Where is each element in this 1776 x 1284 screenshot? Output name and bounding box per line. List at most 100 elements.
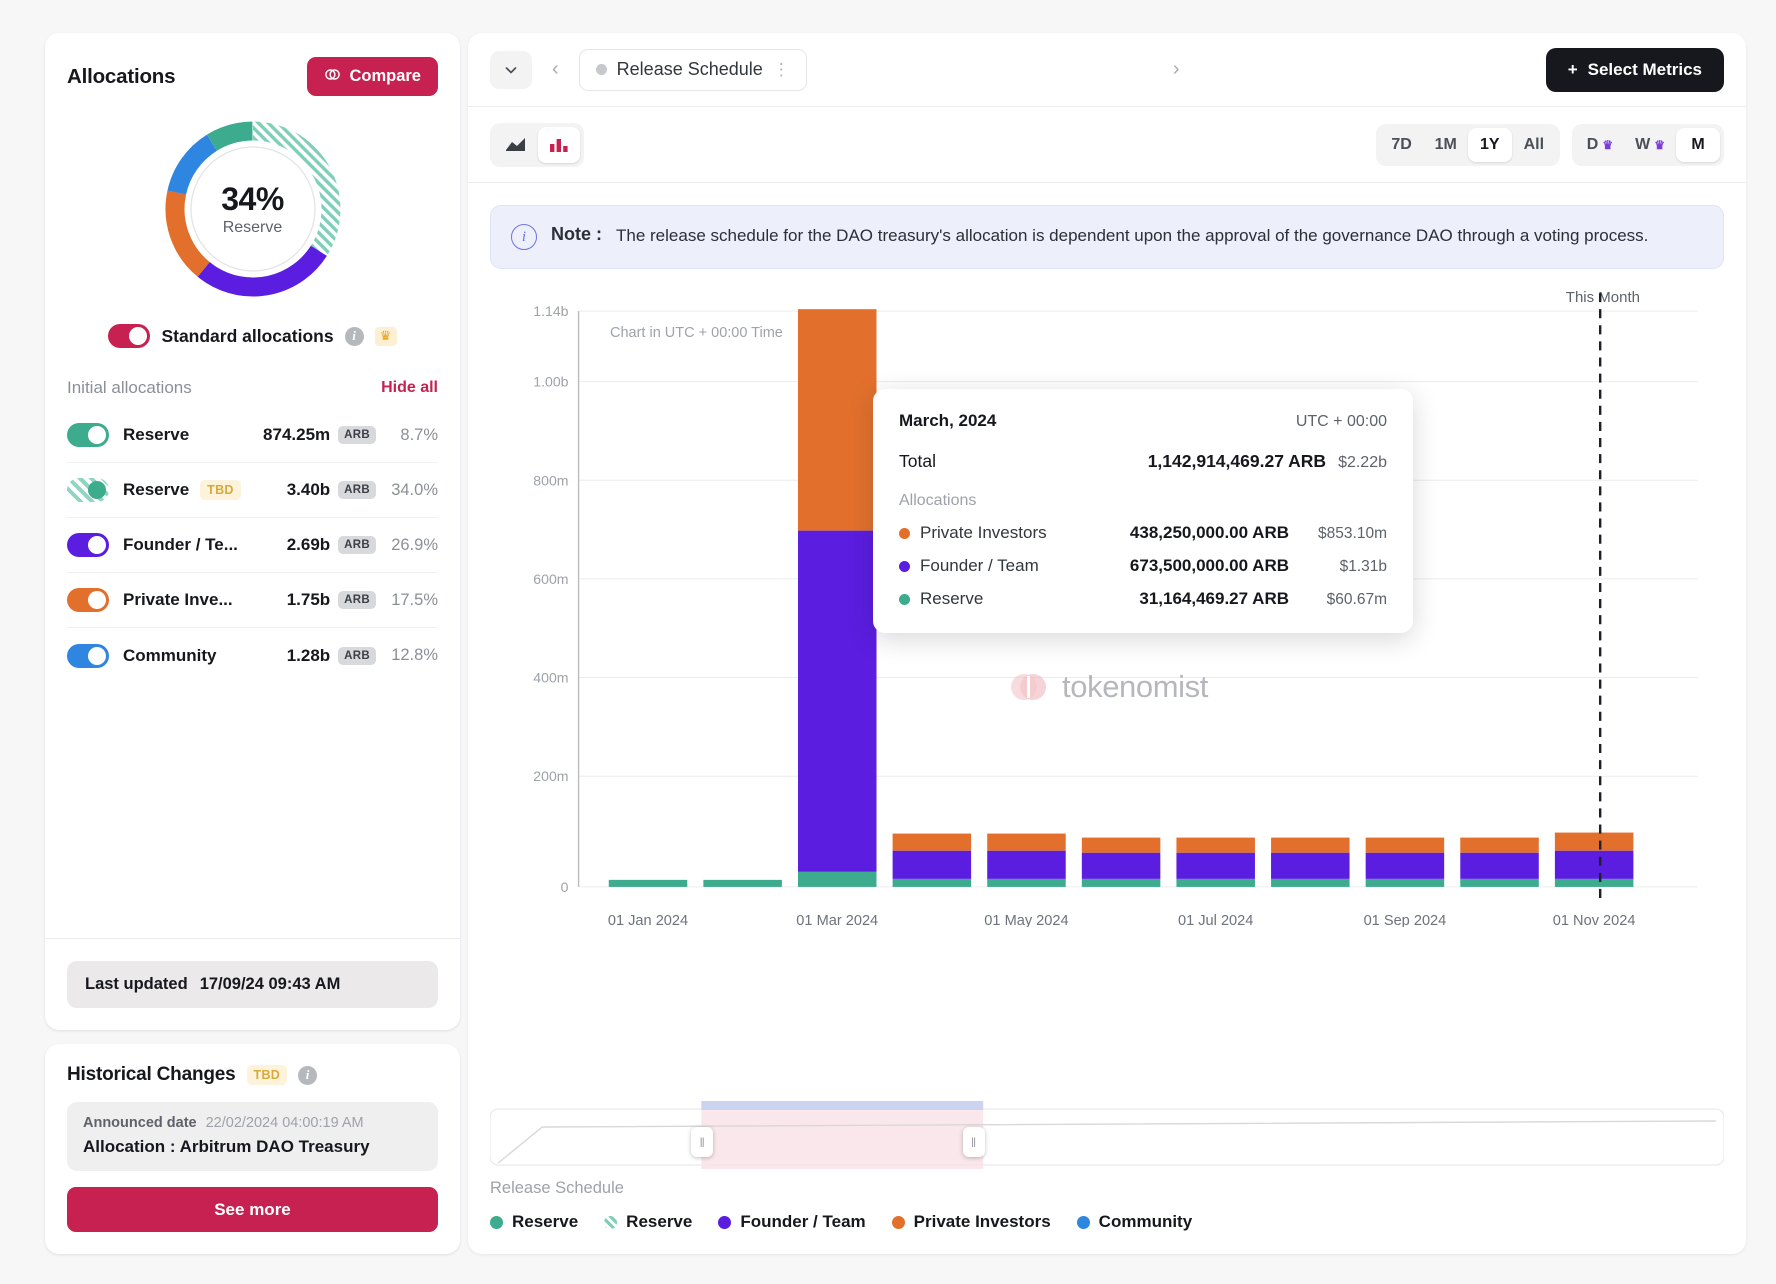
tab-options-icon[interactable]: ⋮ — [773, 64, 790, 76]
allocations-header: Allocations Compare — [45, 33, 460, 100]
range-all[interactable]: All — [1512, 128, 1556, 162]
allocation-amount: 1.28b — [287, 646, 330, 666]
see-more-button[interactable]: See more — [67, 1187, 438, 1232]
tooltip-utc: UTC + 00:00 — [1296, 413, 1387, 431]
legend-item-community[interactable]: Community — [1077, 1212, 1193, 1232]
interval-m[interactable]: M — [1676, 128, 1720, 162]
tooltip-total-value: 1,142,914,469.27 ARB — [1148, 451, 1326, 472]
area-chart-icon[interactable] — [494, 127, 536, 163]
page-title: Allocations — [67, 65, 175, 89]
list-item[interactable]: Reserve TBD 3.40b ARB 34.0% — [67, 463, 438, 518]
allocation-percent: 26.9% — [384, 536, 438, 555]
tooltip-allocations-label: Allocations — [899, 492, 1387, 510]
donut-percent: 34% — [221, 181, 284, 218]
legend-title: Release Schedule — [490, 1179, 1724, 1198]
svg-text:01 Jan 2024: 01 Jan 2024 — [608, 913, 688, 927]
initial-allocations-title: Initial allocations — [67, 378, 192, 398]
chart-brush[interactable]: ‖ ‖ — [490, 1101, 1724, 1169]
legend-item-private-investors[interactable]: Private Investors — [892, 1212, 1051, 1232]
info-icon[interactable]: i — [345, 327, 364, 346]
tooltip-row-name: Private Investors — [920, 523, 1047, 543]
tooltip-row-value: 673,500,000.00 ARB — [1130, 556, 1289, 576]
list-item[interactable]: Private Inve... 1.75b ARB 17.5% — [67, 573, 438, 628]
allocation-toggle[interactable] — [67, 423, 109, 447]
watermark-text: tokenomist — [1062, 669, 1208, 705]
chart-legend: Release Schedule Reserve Reserve Founder… — [468, 1169, 1746, 1254]
allocation-toggle[interactable] — [67, 588, 109, 612]
allocation-unit: ARB — [338, 591, 376, 609]
allocation-name: Founder / Te... — [123, 535, 238, 555]
chart-topbar: ‹ Release Schedule ⋮ › + Select Metrics — [468, 33, 1746, 107]
compare-button[interactable]: Compare — [307, 57, 438, 96]
crown-icon: ♛ — [1654, 138, 1665, 152]
tooltip-total-label: Total — [899, 451, 936, 472]
allocation-toggle[interactable] — [67, 533, 109, 557]
range-1m[interactable]: 1M — [1424, 128, 1468, 162]
list-item[interactable]: Founder / Te... 2.69b ARB 26.9% — [67, 518, 438, 573]
allocation-toggle[interactable] — [67, 478, 109, 502]
bar-chart-icon[interactable] — [538, 127, 580, 163]
note-label: Note : — [551, 224, 602, 250]
historical-changes-card: Historical Changes TBD i Announced date … — [45, 1044, 460, 1254]
legend-label: Founder / Team — [740, 1212, 865, 1232]
compare-icon — [324, 66, 341, 88]
last-updated-label: Last updated — [85, 975, 188, 994]
allocation-toggle[interactable] — [67, 644, 109, 668]
chart-card: ‹ Release Schedule ⋮ › + Select Metrics — [468, 33, 1746, 1254]
release-schedule-chart[interactable]: This Month Chart in UTC + 00:00 Time — [490, 283, 1724, 1091]
announced-date-value: 22/02/2024 04:00:19 AM — [206, 1115, 364, 1131]
info-icon[interactable]: i — [298, 1066, 317, 1085]
select-metrics-label: Select Metrics — [1588, 60, 1702, 80]
note-text: The release schedule for the DAO treasur… — [616, 224, 1648, 250]
interval-w[interactable]: W ♛ — [1624, 128, 1676, 162]
allocations-list: Reserve 874.25m ARB 8.7% Reserve TBD 3.4… — [45, 408, 460, 683]
historical-changes-header: Historical Changes TBD i — [67, 1064, 438, 1086]
initial-allocations-header: Initial allocations Hide all — [45, 378, 460, 398]
range-1y[interactable]: 1Y — [1468, 128, 1512, 162]
tooltip-row-value: 438,250,000.00 ARB — [1130, 523, 1289, 543]
standard-allocations-label: Standard allocations — [161, 326, 333, 347]
info-icon: i — [511, 224, 537, 250]
chart-toolbar: 7D 1M 1Y All D ♛ W ♛ M — [468, 107, 1746, 183]
legend-label: Reserve — [512, 1212, 578, 1232]
interval-d[interactable]: D ♛ — [1576, 128, 1624, 162]
range-controls: 7D 1M 1Y All D ♛ W ♛ M — [1376, 124, 1724, 166]
tooltip-row: Reserve 31,164,469.27 ARB $60.67m — [899, 589, 1387, 609]
list-item[interactable]: Reserve 874.25m ARB 8.7% — [67, 408, 438, 463]
legend-dot-hatched — [604, 1216, 617, 1229]
tooltip-row-name: Founder / Team — [920, 556, 1039, 576]
tab-release-schedule[interactable]: Release Schedule ⋮ — [579, 49, 807, 91]
tooltip-row-usd: $853.10m — [1301, 525, 1387, 543]
legend-dot — [892, 1216, 905, 1229]
next-tab-button[interactable]: › — [1165, 58, 1188, 81]
allocation-name: Private Inve... — [123, 590, 233, 610]
allocation-unit: ARB — [338, 536, 376, 554]
svg-text:01 Sep 2024: 01 Sep 2024 — [1364, 913, 1447, 927]
tokenomist-logo-icon — [1006, 665, 1050, 709]
historical-change-item[interactable]: Announced date 22/02/2024 04:00:19 AM Al… — [67, 1102, 438, 1171]
brush-handle-left[interactable]: ‖ — [691, 1127, 713, 1157]
crown-icon: ♛ — [1602, 138, 1613, 152]
legend-dot — [1077, 1216, 1090, 1229]
svg-text:400m: 400m — [533, 670, 568, 686]
svg-text:600m: 600m — [533, 571, 568, 587]
legend-dot — [899, 528, 910, 539]
legend-label: Private Investors — [914, 1212, 1051, 1232]
hide-all-button[interactable]: Hide all — [381, 379, 438, 397]
range-7d[interactable]: 7D — [1380, 128, 1424, 162]
tooltip-date: March, 2024 — [899, 411, 996, 431]
legend-item-reserve[interactable]: Reserve — [490, 1212, 578, 1232]
legend-item-founder-team[interactable]: Founder / Team — [718, 1212, 865, 1232]
brush-handle-right[interactable]: ‖ — [963, 1127, 985, 1157]
allocation-unit: ARB — [338, 647, 376, 665]
list-item[interactable]: Community 1.28b ARB 12.8% — [67, 628, 438, 683]
allocation-amount: 2.69b — [287, 535, 330, 555]
chart-type-group — [490, 123, 584, 167]
chevron-down-icon[interactable] — [490, 51, 532, 89]
legend-item-reserve-tbd[interactable]: Reserve — [604, 1212, 692, 1232]
allocation-percent: 34.0% — [384, 481, 438, 500]
allocation-amount: 1.75b — [287, 590, 330, 610]
prev-tab-button[interactable]: ‹ — [544, 58, 567, 81]
standard-allocations-toggle[interactable] — [108, 324, 150, 348]
select-metrics-button[interactable]: + Select Metrics — [1546, 48, 1724, 92]
